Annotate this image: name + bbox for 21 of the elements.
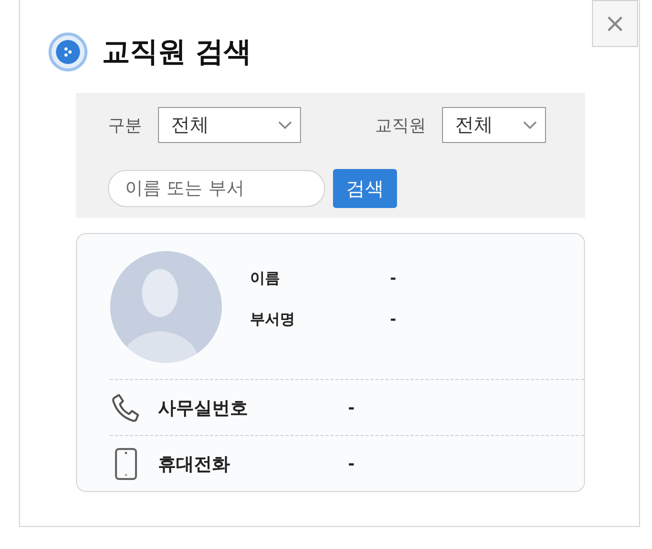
search-button[interactable]: 검색 bbox=[333, 169, 397, 208]
contact-value: - bbox=[348, 454, 355, 473]
field-value: - bbox=[390, 269, 396, 288]
field-label: 이름 bbox=[250, 269, 281, 288]
contact-label: 사무실번호 bbox=[158, 396, 249, 420]
phone-icon bbox=[110, 392, 142, 424]
chevron-icon bbox=[278, 120, 292, 130]
avatar-icon bbox=[110, 251, 222, 363]
mobile-phone-icon bbox=[114, 448, 138, 480]
chevron-icon bbox=[523, 120, 537, 130]
contact-value: - bbox=[348, 398, 355, 417]
search-field[interactable]: 이름 또는 부서 bbox=[108, 170, 325, 207]
bullet-icon bbox=[48, 32, 88, 72]
filter-label: 교직원 bbox=[375, 114, 426, 136]
filter-label: 구분 bbox=[108, 114, 142, 136]
dialog-title: 교직원 검색 bbox=[102, 34, 252, 70]
filter-select[interactable]: 전체 bbox=[158, 107, 301, 143]
field-value: - bbox=[390, 310, 396, 329]
field-label: 부서명 bbox=[250, 310, 296, 329]
contact-label: 휴대전화 bbox=[158, 452, 231, 476]
filter-select[interactable]: 전체 bbox=[442, 107, 546, 143]
